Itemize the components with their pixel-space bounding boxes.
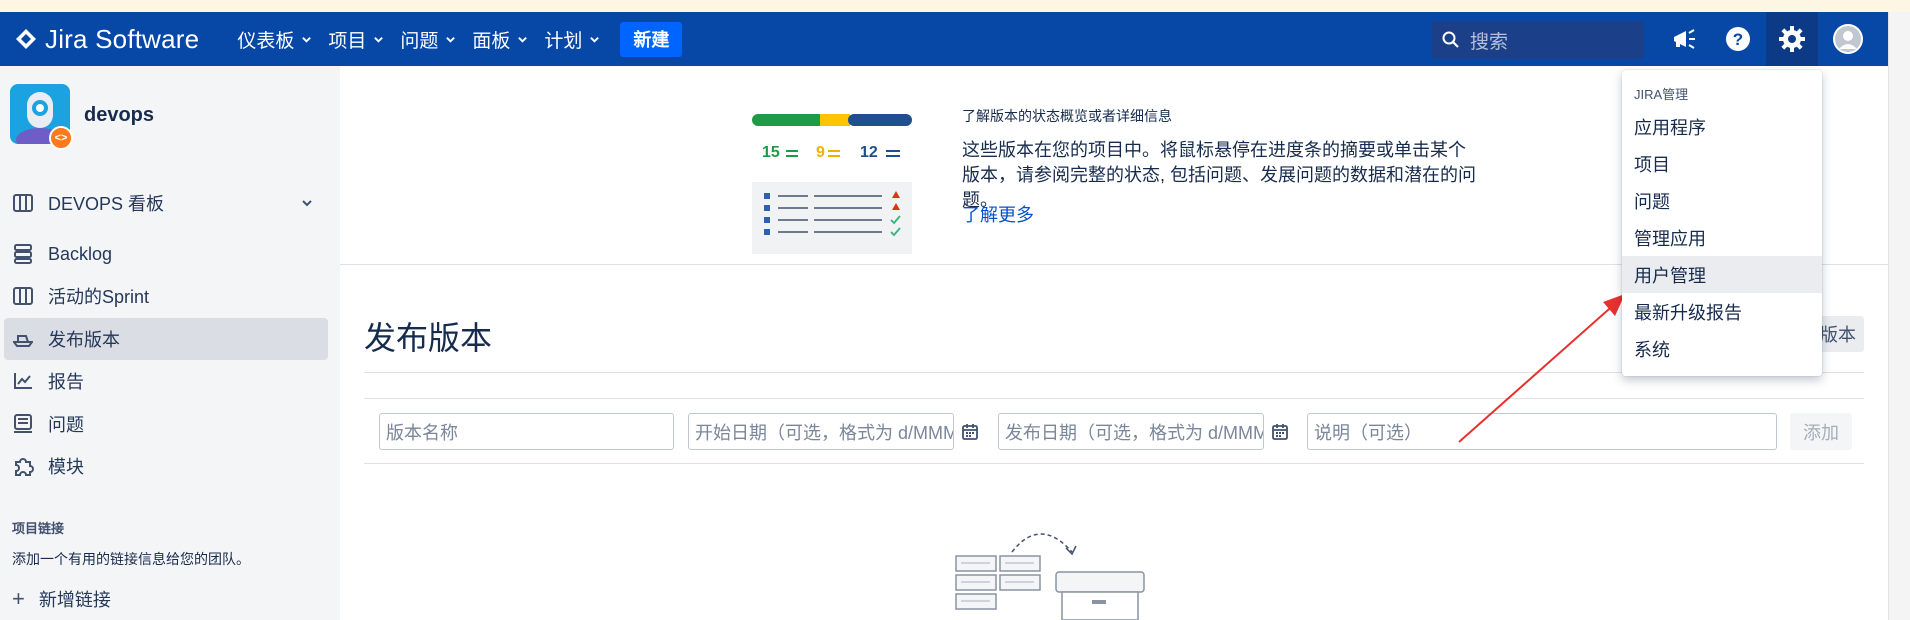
info-title: 了解版本的状态概览或者详细信息: [962, 108, 1172, 124]
done-count: 15: [762, 144, 780, 161]
input-placeholder: 版本名称: [386, 422, 458, 443]
settings-icon[interactable]: [1766, 12, 1818, 66]
version-overview-illustration: 15 9 12: [752, 114, 912, 254]
page-scrollbar[interactable]: [1888, 12, 1910, 620]
chevron-down-icon: [374, 36, 384, 43]
project-type-badge: <>: [49, 126, 73, 150]
menu-label: 计划: [544, 30, 583, 52]
release-date-input[interactable]: 发布日期（可选，格式为 d/MMM/yy）: [998, 413, 1264, 450]
version-name-input[interactable]: 版本名称: [379, 413, 674, 450]
menu-plans[interactable]: 计划: [536, 12, 608, 66]
sidebar-item-reports[interactable]: 报告: [4, 360, 328, 402]
input-placeholder: 发布日期（可选，格式为 d/MMM/yy）: [1005, 422, 1263, 443]
calendar-icon[interactable]: [1271, 423, 1289, 441]
jira-diamond-icon: [16, 29, 36, 49]
issues-icon: [12, 413, 34, 435]
input-placeholder: 说明（可选）: [1314, 422, 1422, 443]
search-icon: [1442, 31, 1459, 48]
empty-state-illustration: [955, 533, 1145, 620]
menu-item-projects[interactable]: 项目: [1622, 145, 1822, 182]
menu-label: 项目: [328, 30, 367, 52]
board-icon: [12, 192, 34, 214]
chevron-down-icon: [302, 36, 312, 43]
menu-item-issues[interactable]: 问题: [1622, 182, 1822, 219]
sidebar-item-label: 问题: [48, 415, 84, 435]
sidebar-item-label: 发布版本: [48, 330, 120, 350]
main-menu: 仪表板 项目 问题 面板 计划 新建: [229, 12, 683, 66]
chart-icon: [12, 370, 34, 392]
menu-item-user-management[interactable]: 用户管理: [1622, 256, 1822, 293]
chevron-down-icon: [446, 36, 456, 43]
user-avatar[interactable]: [1822, 12, 1874, 66]
search-placeholder: 搜索: [1470, 31, 1509, 53]
top-navigation: Jira Software 仪表板 项目 问题 面板 计划 新建 搜索 ?: [0, 12, 1888, 66]
sidebar-item-label: 活动的Sprint: [48, 287, 150, 307]
todo-count: 12: [860, 144, 878, 161]
menu-label: 仪表板: [237, 30, 295, 52]
dropdown-heading: JIRA管理: [1634, 87, 1689, 102]
add-version-form: 版本名称 开始日期（可选，格式为 d/MMM/yy） 发布日期（可选，格式为 d…: [364, 398, 1864, 464]
sidebar-item-board[interactable]: DEVOPS 看板: [4, 182, 328, 224]
sprint-icon: [12, 285, 34, 307]
ship-icon: [12, 328, 34, 350]
sidebar-item-label: 报告: [48, 372, 84, 392]
menu-item-upgrade-report[interactable]: 最新升级报告: [1622, 293, 1822, 330]
sidebar-item-backlog[interactable]: Backlog: [4, 233, 328, 275]
menu-item-system[interactable]: 系统: [1622, 330, 1822, 367]
menu-item-manage-apps[interactable]: 管理应用: [1622, 219, 1822, 256]
jira-releases-page: Jira Software 仪表板 项目 问题 面板 计划 新建 搜索 ? <>…: [0, 0, 1910, 620]
info-text: 这些版本在您的项目中。将鼠标悬停在进度条的摘要或单击某个版本，请参阅完整的状态,…: [962, 140, 1476, 210]
sidebar-item-active-sprint[interactable]: 活动的Sprint: [4, 275, 328, 317]
add-link-label: 新增链接: [38, 590, 111, 610]
plus-icon: +: [12, 586, 25, 611]
sidebar-item-label: 模块: [48, 457, 84, 477]
chevron-down-icon[interactable]: [300, 196, 314, 210]
logo-text: Jira Software: [45, 23, 200, 54]
in-progress-count: 9: [816, 144, 825, 161]
top-strip: [0, 0, 1910, 12]
svg-text:?: ?: [1733, 30, 1743, 49]
project-sidebar: <> devops DEVOPS 看板 Backlog 活动的Sprint 发布…: [0, 66, 340, 620]
sidebar-item-label: Backlog: [48, 243, 113, 264]
sidebar-item-issues[interactable]: 问题: [4, 403, 328, 445]
menu-boards[interactable]: 面板: [464, 12, 536, 66]
notifications-icon[interactable]: [1658, 12, 1710, 66]
sidebar-item-components[interactable]: 模块: [4, 445, 328, 487]
menu-dashboards[interactable]: 仪表板: [229, 12, 320, 66]
start-date-input[interactable]: 开始日期（可选，格式为 d/MMM/yy）: [688, 413, 954, 450]
menu-issues[interactable]: 问题: [392, 12, 464, 66]
component-icon: [12, 455, 34, 477]
add-link-button[interactable]: + 新增链接: [12, 586, 111, 612]
learn-more-link[interactable]: 了解更多: [962, 201, 1034, 227]
menu-item-applications[interactable]: 应用程序: [1622, 108, 1822, 145]
admin-dropdown: JIRA管理 应用程序 项目 问题 管理应用 用户管理 最新升级报告 系统: [1622, 70, 1822, 376]
project-name[interactable]: devops: [84, 104, 154, 127]
jira-logo[interactable]: Jira Software: [15, 24, 199, 55]
annotation-arrow: [1458, 294, 1625, 443]
backlog-icon: [12, 243, 34, 265]
menu-projects[interactable]: 项目: [320, 12, 392, 66]
page-title: 发布版本: [364, 320, 493, 356]
chevron-down-icon: [518, 36, 528, 43]
help-icon[interactable]: ?: [1712, 12, 1764, 66]
chevron-down-icon: [590, 36, 600, 43]
create-button[interactable]: 新建: [620, 21, 683, 57]
project-links-description: 添加一个有用的链接信息给您的团队。: [12, 551, 250, 567]
project-links-title: 项目链接: [12, 521, 65, 536]
menu-label: 问题: [400, 30, 439, 52]
sidebar-item-releases[interactable]: 发布版本: [4, 318, 328, 360]
sidebar-item-label: DEVOPS 看板: [48, 194, 165, 214]
calendar-icon[interactable]: [961, 423, 979, 441]
input-placeholder: 开始日期（可选，格式为 d/MMM/yy）: [695, 422, 953, 443]
menu-label: 面板: [472, 30, 511, 52]
search-input[interactable]: 搜索: [1432, 21, 1644, 59]
add-version-button[interactable]: 添加: [1790, 413, 1852, 450]
